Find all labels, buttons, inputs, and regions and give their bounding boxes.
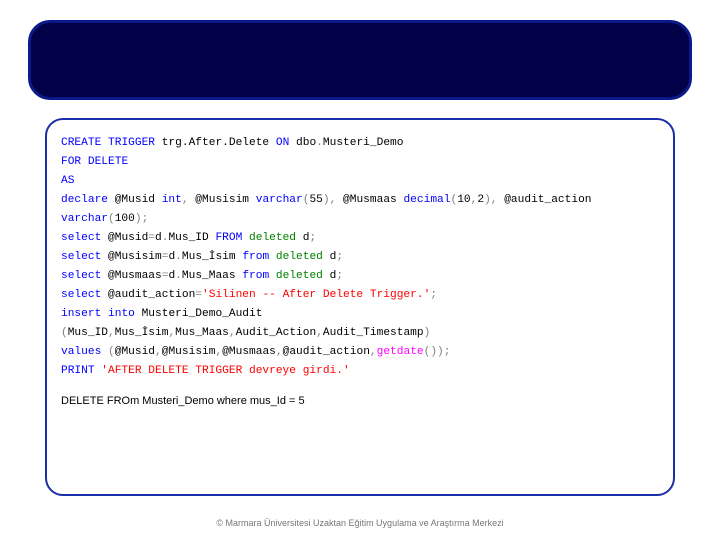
code-line-5: varchar(100); <box>61 210 659 229</box>
code-line-3: AS <box>61 172 659 191</box>
code-line-6: select @Musid=d.Mus_ID FROM deleted d; <box>61 229 659 248</box>
code-line-7: select @Musisim=d.Mus_İsim from deleted … <box>61 248 659 267</box>
header-box <box>28 20 692 100</box>
code-line-11: (Mus_ID,Mus_İsim,Mus_Maas,Audit_Action,A… <box>61 324 659 343</box>
code-line-4: declare @Musid int, @Musisim varchar(55)… <box>61 191 659 210</box>
code-line-2: FOR DELETE <box>61 153 659 172</box>
code-line-9: select @audit_action='Silinen -- After D… <box>61 286 659 305</box>
code-line-12: values (@Musid,@Musisim,@Musmaas,@audit_… <box>61 343 659 362</box>
footer-text: © Marmara Üniversitesi Uzaktan Eğitim Uy… <box>0 518 720 528</box>
code-line-13: PRINT 'AFTER DELETE TRIGGER devreye gird… <box>61 362 659 381</box>
code-line-8: select @Musmaas=d.Mus_Maas from deleted … <box>61 267 659 286</box>
code-line-1: CREATE TRIGGER trg.After.Delete ON dbo.M… <box>61 134 659 153</box>
code-box: CREATE TRIGGER trg.After.Delete ON dbo.M… <box>45 118 675 496</box>
delete-statement: DELETE FROm Musteri_Demo where mus_Id = … <box>61 395 659 407</box>
code-line-10: insert into Musteri_Demo_Audit <box>61 305 659 324</box>
